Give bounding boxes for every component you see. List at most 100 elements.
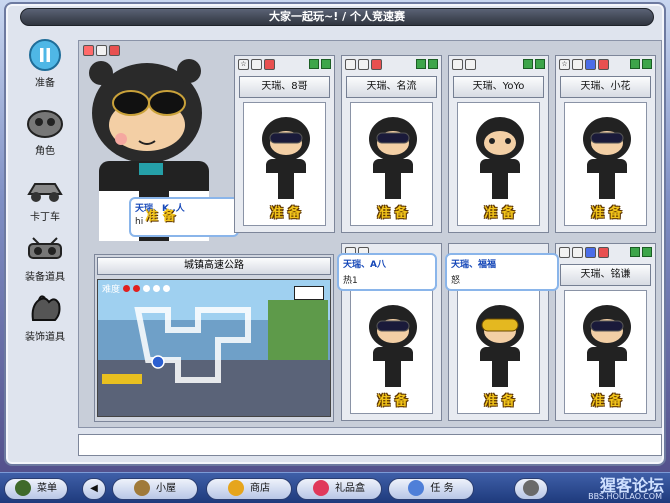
player-portrait: 准 备 <box>243 102 326 226</box>
kart-icon <box>24 172 66 206</box>
chat-input[interactable] <box>78 434 662 456</box>
decoration-icon <box>24 292 66 326</box>
chat-sender: 天瑞、A八 <box>343 260 386 270</box>
player-name: 天瑞、8哥 <box>239 76 330 98</box>
player-portrait: 准 备 <box>350 102 433 226</box>
status-icon <box>642 59 652 69</box>
ready-label: 准 备 <box>484 206 515 221</box>
shop-icon <box>228 480 244 496</box>
slot-status <box>309 59 331 69</box>
difficulty-dot <box>133 285 141 292</box>
sidebar-item-label: 装备道具 <box>25 272 65 283</box>
slot-badges: ☆ <box>559 59 609 72</box>
home-button[interactable]: 小屋 <box>112 478 198 500</box>
track-preview: 难度 <box>97 279 331 417</box>
ready-label: 准 备 <box>484 394 515 409</box>
difficulty-dot <box>163 285 171 292</box>
slot-status <box>630 59 652 69</box>
lock-icon <box>465 59 476 70</box>
slot-status <box>630 247 652 257</box>
player-name: 天瑞、名流 <box>346 76 437 98</box>
host-chat-bubble: 天瑞、K..人 准 备 hi <box>129 197 239 237</box>
shop-button[interactable]: 商店 <box>206 478 292 500</box>
level-icon <box>371 59 382 70</box>
player-slot[interactable]: 天瑞、YoYo 准 备 <box>448 55 549 233</box>
difficulty-bar: 难度 <box>102 282 171 295</box>
task-icon <box>408 480 425 496</box>
window-title: 大家一起玩~! / 个人竞速赛 <box>20 8 654 26</box>
chat-bubble: 天瑞、福福 怒 <box>445 253 559 291</box>
status-icon <box>428 59 438 69</box>
sidebar-item-ready[interactable]: 准备 <box>16 38 74 94</box>
level-icon <box>585 59 596 70</box>
chat-bubble: 天瑞、A八 热1 <box>337 253 437 291</box>
status-icon <box>321 59 331 69</box>
difficulty-label: 难度 <box>102 285 121 295</box>
lock-icon <box>358 59 369 70</box>
hand-icon <box>452 59 463 70</box>
back-button[interactable]: ◀ <box>82 478 106 500</box>
sidebar-item-label: 角色 <box>35 146 55 157</box>
status-icon <box>309 59 319 69</box>
sidebar-item-character[interactable]: 角色 <box>16 106 74 162</box>
gift-box-button[interactable]: 礼品盒 <box>296 478 382 500</box>
sidebar-item-label: 卡丁车 <box>30 212 60 223</box>
house-icon <box>134 480 150 496</box>
slot-badges <box>559 247 609 260</box>
ready-label: 准 备 <box>270 206 301 221</box>
player-slot[interactable]: 天瑞、名流 准 备 <box>341 55 442 233</box>
ready-label: 准 备 <box>591 394 622 409</box>
lock-icon <box>251 59 262 70</box>
slot-status <box>416 59 438 69</box>
sidebar-item-label: 装饰道具 <box>25 332 65 343</box>
player-slot[interactable]: ☆ 天瑞、8哥 准 备 <box>234 55 335 233</box>
sidebar-item-label: 准备 <box>35 78 55 89</box>
slot-badges <box>452 59 476 72</box>
track-name: 城镇高速公路 <box>97 257 331 275</box>
chat-message: 热1 <box>343 276 358 286</box>
extra-button[interactable] <box>514 478 548 500</box>
people-icon <box>523 480 539 496</box>
slot-status <box>523 59 545 69</box>
level-icon <box>585 247 596 258</box>
player-slot[interactable]: ☆ 天瑞、小花 准 备 <box>555 55 656 233</box>
taskbar: 菜单 ◀ 小屋 商店 礼品盒 任 务 <box>0 472 670 503</box>
difficulty-dot <box>143 285 151 292</box>
player-slot[interactable]: 天瑞、铭谦 准 备 <box>555 243 656 421</box>
ready-label: 准 备 <box>377 394 408 409</box>
back-arrow-icon: ◀ <box>90 483 98 494</box>
player-portrait: 准 备 <box>457 102 540 226</box>
sidebar-item-kart[interactable]: 卡丁车 <box>16 172 74 228</box>
menu-button[interactable]: 菜单 <box>4 478 68 500</box>
status-icon <box>630 59 640 69</box>
sidebar-item-decoration[interactable]: 装饰道具 <box>16 292 74 348</box>
ready-label: 准 备 <box>591 206 622 221</box>
hand-icon <box>345 59 356 70</box>
task-button[interactable]: 任 务 <box>388 478 474 500</box>
difficulty-dot <box>123 285 131 292</box>
star-icon: ☆ <box>238 59 249 70</box>
sidebar-item-equipment[interactable]: 装备道具 <box>16 232 74 288</box>
status-icon <box>523 59 533 69</box>
ready-label: 准 备 <box>377 206 408 221</box>
gift-icon <box>313 480 329 496</box>
slot-badges: ☆ <box>238 59 275 72</box>
hand-icon <box>559 247 570 258</box>
level-icon <box>598 59 609 70</box>
lock-icon <box>572 247 583 258</box>
track-sign <box>294 286 324 300</box>
track-panel[interactable]: 城镇高速公路 难度 <box>94 254 334 422</box>
slot-badges <box>345 59 382 72</box>
player-name: 天瑞、小花 <box>560 76 651 98</box>
watermark-url: BBS.HOULAO.COM <box>588 492 662 501</box>
status-icon <box>630 247 640 257</box>
status-icon <box>535 59 545 69</box>
level-icon <box>264 59 275 70</box>
player-name: 天瑞、YoYo <box>453 76 544 98</box>
status-icon <box>642 247 652 257</box>
host-character: 天瑞、K..人 准 备 hi <box>79 41 239 251</box>
level-icon <box>598 247 609 258</box>
difficulty-dot <box>153 285 161 292</box>
character-icon <box>24 106 66 140</box>
game-window: 大家一起玩~! / 个人竞速赛 准备 角色 卡丁车 装备道具 装饰道具 天瑞、K… <box>4 2 666 466</box>
